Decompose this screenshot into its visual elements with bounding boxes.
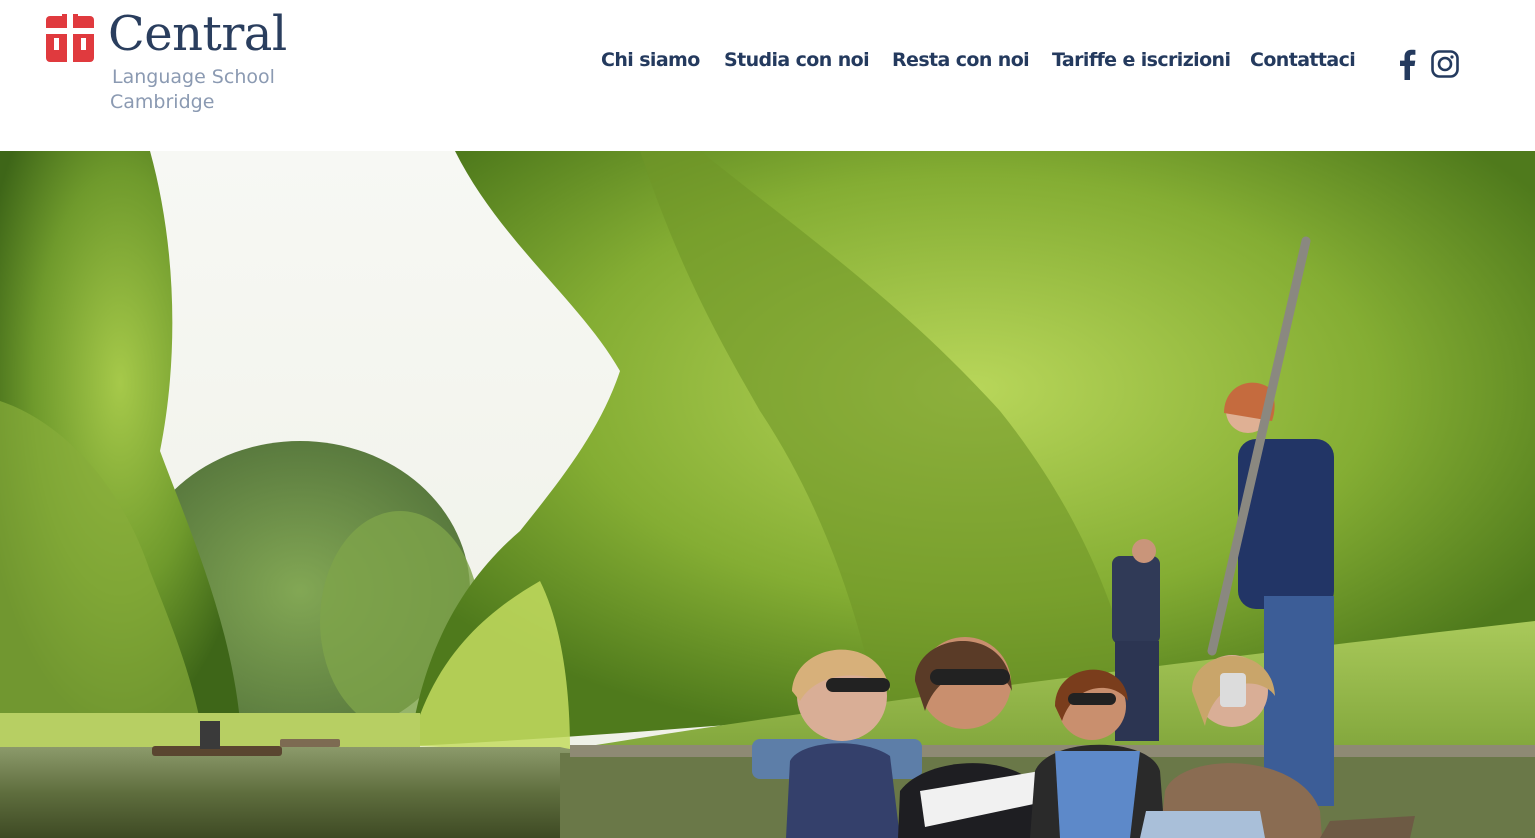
brand-subtitle-line1: Language School [112, 66, 275, 88]
instagram-icon[interactable] [1430, 48, 1460, 80]
hero-image [0, 151, 1535, 838]
facebook-icon[interactable] [1393, 48, 1423, 80]
site-header: Central Language School Cambridge Chi si… [0, 0, 1535, 151]
nav-item-chi-siamo[interactable]: Chi siamo [601, 49, 700, 71]
nav-item-studia-con-noi[interactable]: Studia con noi [724, 49, 870, 71]
nav-item-tariffe-e-iscrizioni[interactable]: Tariffe e iscrizioni [1052, 49, 1231, 71]
brand-subtitle-line2: Cambridge [110, 91, 215, 113]
brand-name: Central [108, 6, 287, 62]
nav-item-resta-con-noi[interactable]: Resta con noi [892, 49, 1030, 71]
logo-link[interactable]: Central Language School Cambridge [46, 6, 296, 122]
logo-cross-icon [46, 14, 94, 62]
nav-item-contattaci[interactable]: Contattaci [1250, 49, 1356, 71]
hero-photo [0, 151, 1535, 838]
